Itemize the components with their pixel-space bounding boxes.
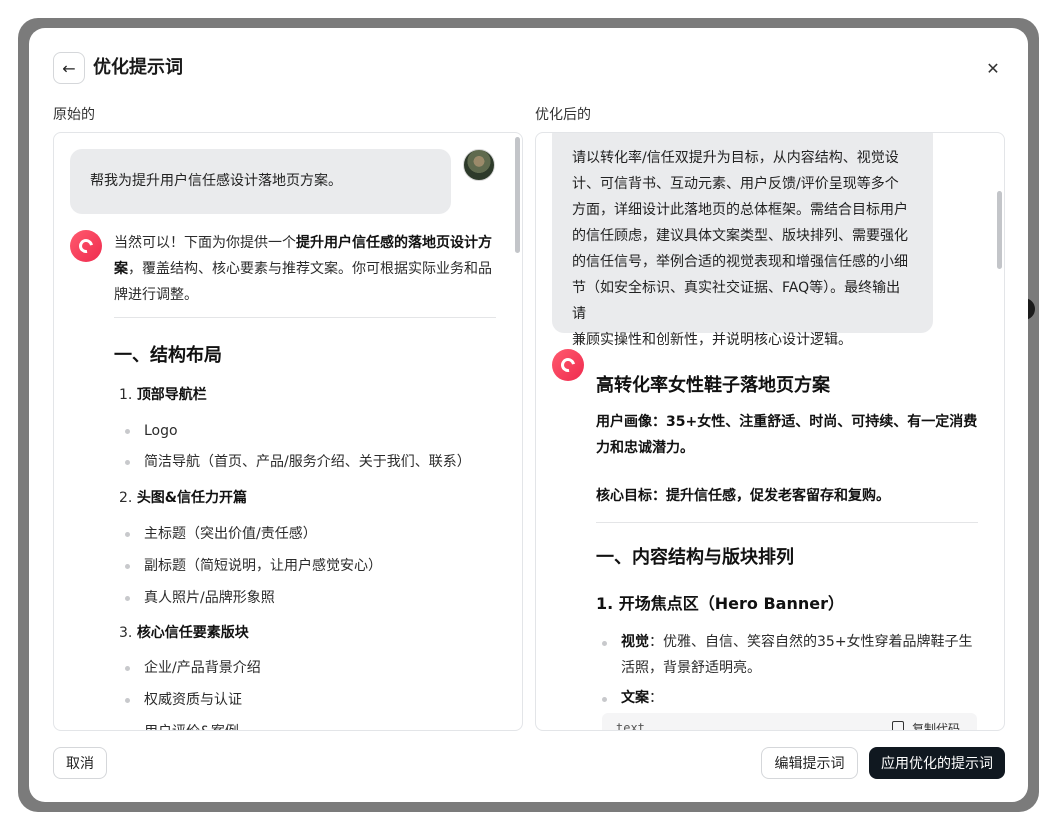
copy-icon[interactable] xyxy=(892,721,904,730)
answer-title: 高转化率女性鞋子落地页方案 xyxy=(596,375,830,396)
list-item: 用户评价&案例 xyxy=(144,722,239,730)
persona: 用户画像：35+女性、注重舒适、时尚、可持续、有一定消费 力和忠诚潜力。 xyxy=(596,414,978,456)
bullet xyxy=(125,730,130,731)
bullet xyxy=(602,697,607,702)
core-goal: 核心目标：提升信任感，促发老客留存和复购。 xyxy=(596,488,890,504)
edit-prompt-button[interactable]: 编辑提示词 xyxy=(761,747,858,779)
code-language: text xyxy=(616,721,645,731)
avatar xyxy=(463,149,495,181)
arrow-left-icon: ← xyxy=(62,58,76,78)
bullet xyxy=(602,641,607,646)
divider xyxy=(114,317,496,318)
apply-optimized-prompt-button[interactable]: 应用优化的提示词 xyxy=(869,747,1005,779)
bullet xyxy=(125,596,130,601)
dialog-title: 优化提示词 xyxy=(93,57,183,78)
bullet xyxy=(125,666,130,671)
list-item: 简洁导航（首页、产品/服务介绍、关于我们、联系） xyxy=(144,454,471,470)
back-button[interactable]: ← xyxy=(53,52,85,84)
list-item: 权威资质与认证 xyxy=(144,692,242,708)
list-item: Logo xyxy=(144,423,178,439)
visual-item: 视觉：优雅、自信、笑容自然的35+女性穿着品牌鞋子生 活照，背景舒适明亮。 xyxy=(621,634,973,676)
bullet xyxy=(125,564,130,569)
assistant-logo-icon xyxy=(70,230,102,262)
list-item: 企业/产品背景介绍 xyxy=(144,660,261,676)
scrollbar[interactable] xyxy=(997,191,1002,269)
copy-item: 文案： xyxy=(621,690,663,706)
copy-code-button[interactable]: 复制代码 xyxy=(912,720,960,730)
original-panel[interactable]: 帮我为提升用户信任感设计落地页方案。 当然可以！下面为你提供一个提升用户信任感的… xyxy=(53,132,523,731)
assistant-intro: 当然可以！下面为你提供一个提升用户信任感的落地页设计方 案，覆盖结构、核心要素与… xyxy=(114,235,492,303)
optimized-label: 优化后的 xyxy=(535,107,591,123)
list-item: 1. 顶部导航栏 xyxy=(119,387,207,403)
optimized-prompt-bubble: 请以转化率/信任双提升为目标，从内容结构、视觉设 计、可信背书、互动元素、用户反… xyxy=(552,133,933,348)
list-item: 主标题（突出价值/责任感） xyxy=(144,526,317,542)
list-item: 3. 核心信任要素版块 xyxy=(119,625,249,641)
divider xyxy=(596,522,978,523)
assistant-logo-icon xyxy=(552,349,584,381)
bullet xyxy=(125,698,130,703)
cancel-button[interactable]: 取消 xyxy=(53,747,107,779)
close-button[interactable]: ✕ xyxy=(983,58,1003,78)
original-label: 原始的 xyxy=(53,107,95,123)
optimized-panel[interactable]: 请以转化率/信任双提升为目标，从内容结构、视觉设 计、可信背书、互动元素、用户反… xyxy=(535,132,1005,731)
bullet xyxy=(125,460,130,465)
optimize-prompt-dialog: ← 优化提示词 ✕ 原始的 优化后的 帮我为提升用户信任感设计落地页方案。 当然… xyxy=(29,28,1028,802)
close-icon: ✕ xyxy=(986,58,1000,78)
sub-heading: 1. 开场焦点区（Hero Banner） xyxy=(596,594,844,613)
list-item: 副标题（简短说明，让用户感觉安心） xyxy=(144,558,382,574)
bullet xyxy=(125,532,130,537)
user-message: 帮我为提升用户信任感设计落地页方案。 xyxy=(70,149,451,214)
bullet xyxy=(125,429,130,434)
user-message-text: 帮我为提升用户信任感设计落地页方案。 xyxy=(90,173,342,189)
list-item: 真人照片/品牌形象照 xyxy=(144,590,275,606)
list-item: 2. 头图&信任力开篇 xyxy=(119,490,248,506)
section-heading: 一、结构布局 xyxy=(114,345,222,366)
code-block: text 复制代码 xyxy=(602,713,977,731)
scrollbar[interactable] xyxy=(515,137,520,253)
section-heading: 一、内容结构与版块排列 xyxy=(596,547,794,568)
